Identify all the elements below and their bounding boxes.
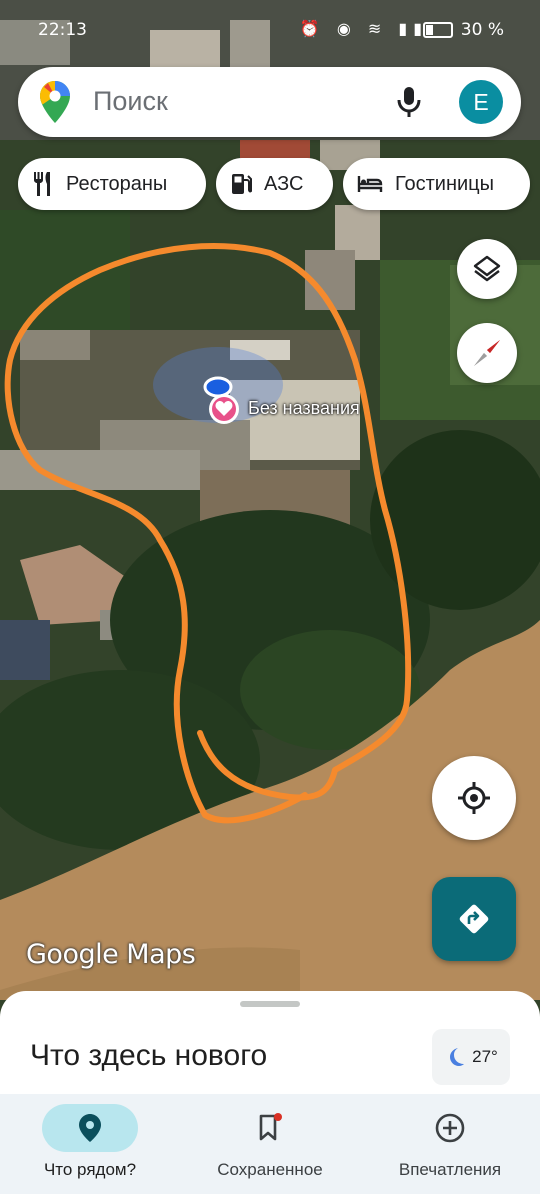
crosshair-icon (458, 782, 490, 814)
my-location-button[interactable] (432, 756, 516, 840)
sheet-drag-handle[interactable] (240, 1001, 300, 1007)
layers-button[interactable] (457, 239, 517, 299)
chip-hotels[interactable]: Гостиницы (343, 158, 530, 210)
nav-explore[interactable]: Что рядом? (0, 1094, 180, 1194)
layers-icon (473, 255, 501, 282)
moon-icon (450, 1048, 465, 1066)
temperature: 27° (472, 1047, 498, 1066)
bottom-navigation: Что рядом? Сохраненное Впечатления (0, 1094, 540, 1194)
battery-indicator: 30 % (422, 20, 504, 40)
plus-circle-icon (435, 1113, 465, 1143)
status-time: 22:13 (38, 20, 87, 40)
location-pin-icon (79, 1114, 101, 1142)
fork-knife-icon (34, 172, 50, 196)
bookmark-icon (259, 1113, 282, 1141)
microphone-icon[interactable] (396, 86, 422, 123)
directions-icon (459, 904, 489, 934)
battery-percent: 30 % (460, 20, 504, 40)
weather-badge[interactable]: 27° (432, 1029, 510, 1085)
chip-restaurants[interactable]: Рестораны (18, 158, 206, 210)
status-icons: ⏰ ◉ ≋ ▮▮ (299, 19, 428, 38)
heart-poi-icon (209, 394, 239, 424)
chip-label: Гостиницы (395, 172, 494, 195)
gas-station-icon (232, 174, 252, 194)
poi-label[interactable]: Без названия (248, 398, 360, 419)
nav-label: Сохраненное (217, 1160, 323, 1179)
search-bar[interactable]: Поиск E (18, 67, 521, 137)
battery-icon (422, 22, 453, 38)
sheet-title: Что здесь нового (30, 1039, 268, 1072)
account-avatar[interactable]: E (459, 80, 503, 124)
directions-button[interactable] (432, 877, 516, 961)
nav-saved-indicator (222, 1104, 318, 1152)
bed-icon (357, 176, 383, 192)
search-placeholder[interactable]: Поиск (93, 86, 168, 117)
nav-saved[interactable]: Сохраненное (180, 1094, 360, 1194)
status-bar: 22:13 ⏰ ◉ ≋ ▮▮ 30 % (0, 0, 540, 60)
nav-label: Что рядом? (43, 1160, 137, 1179)
google-maps-pin-icon (40, 81, 70, 128)
nav-explore-indicator (42, 1104, 138, 1152)
my-location-dot (203, 376, 233, 398)
nav-contribute[interactable]: Впечатления (360, 1094, 540, 1194)
google-maps-watermark: Google Maps (26, 939, 196, 970)
nav-label: Впечатления (398, 1160, 502, 1179)
chip-label: Рестораны (66, 172, 168, 195)
compass-icon (474, 340, 500, 366)
compass-button[interactable] (457, 323, 517, 383)
chip-label: АЗС (264, 172, 304, 195)
nav-contribute-indicator (402, 1104, 498, 1152)
chip-gas-stations[interactable]: АЗС (216, 158, 333, 210)
